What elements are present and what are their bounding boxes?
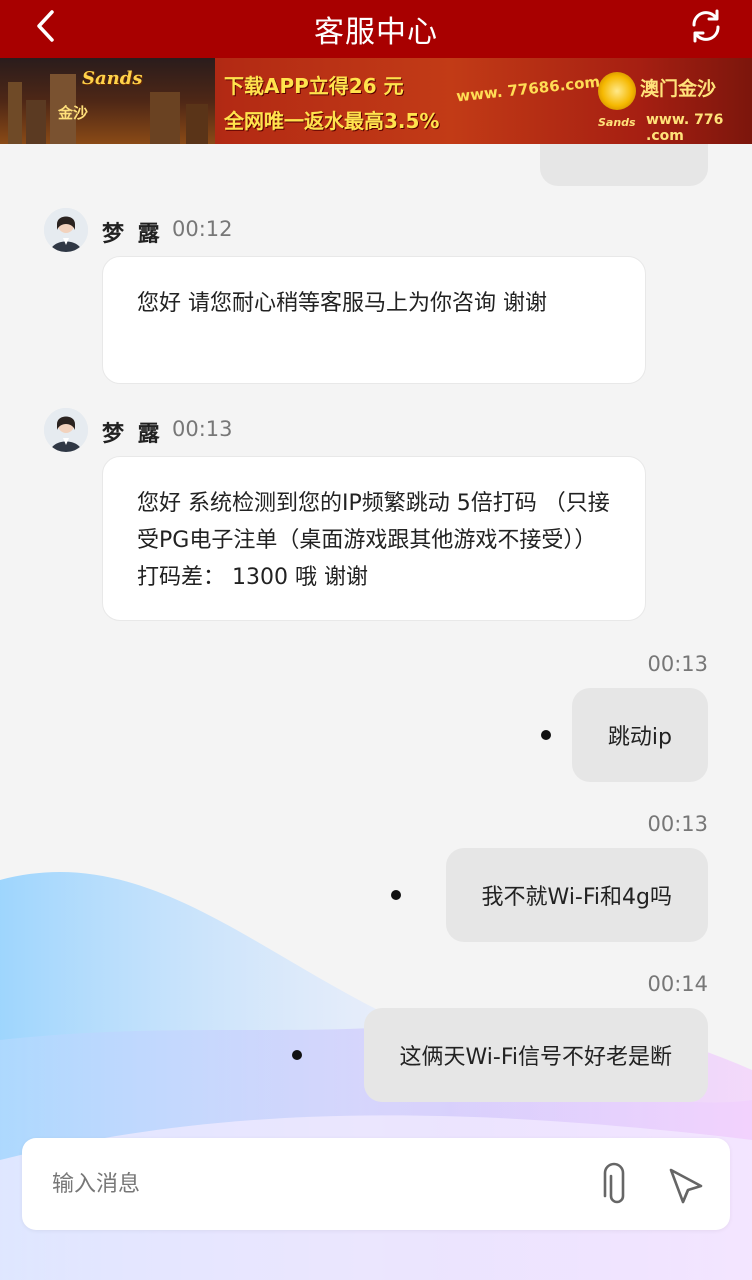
- message-time: 00:13: [647, 812, 708, 836]
- brand-name: 澳门金沙: [640, 78, 717, 100]
- brand-small: Sands: [598, 116, 636, 129]
- refresh-icon: [692, 9, 720, 43]
- sun-logo-icon: [598, 72, 636, 110]
- agent-avatar: [44, 208, 88, 252]
- header-bar: 客服中心: [0, 0, 752, 58]
- refresh-button[interactable]: [684, 4, 728, 48]
- send-icon: [669, 1168, 703, 1204]
- promo-line-1: 下载APP立得26 元: [224, 74, 404, 98]
- message-input[interactable]: [52, 1160, 572, 1208]
- page-title: 客服中心: [314, 15, 438, 50]
- message-input-bar: [22, 1138, 730, 1230]
- paperclip-icon: [603, 1162, 625, 1204]
- sands-chinese-label: 金沙: [58, 104, 89, 122]
- promo-line-2: 全网唯一返水最高3.5%: [224, 109, 440, 133]
- message-time: 00:13: [172, 417, 233, 441]
- ad-banner[interactable]: Sands 金沙 下载APP立得26 元 全网唯一返水最高3.5% www. 7…: [0, 58, 752, 144]
- attach-button[interactable]: [596, 1162, 632, 1206]
- message-time: 00:14: [647, 972, 708, 996]
- message-time: 00:12: [172, 217, 233, 241]
- back-button[interactable]: [26, 6, 66, 46]
- user-message-bubble: 这俩天Wi-Fi信号不好老是断: [363, 1008, 708, 1102]
- sands-logo: Sands: [82, 68, 143, 89]
- send-button[interactable]: [666, 1166, 706, 1206]
- person-icon: [44, 408, 88, 452]
- chevron-left-icon: [37, 10, 54, 42]
- agent-avatar: [44, 408, 88, 452]
- user-message-bubble: 跳动ip: [571, 688, 708, 782]
- banner-url-left: www. 77686.com: [455, 72, 601, 106]
- user-message-bubble: 我不就Wi-Fi和4g吗: [445, 848, 708, 942]
- unread-dot: [391, 890, 401, 900]
- message-time: 00:13: [647, 652, 708, 676]
- agent-name: 梦 露: [102, 222, 163, 247]
- agent-message-bubble: 您好 请您耐心稍等客服马上为你咨询 谢谢: [102, 256, 646, 384]
- brand-logo-right: 澳门金沙 Sands www. 776 .com: [598, 68, 748, 144]
- unread-dot: [292, 1050, 302, 1060]
- person-icon: [44, 208, 88, 252]
- agent-message-bubble: 您好 系统检测到您的IP频繁跳动 5倍打码 （只接受PG电子注单（桌面游戏跟其他…: [102, 456, 646, 621]
- unread-dot: [541, 730, 551, 740]
- banner-url-right: www. 776 .com: [646, 112, 724, 144]
- agent-name: 梦 露: [102, 422, 163, 447]
